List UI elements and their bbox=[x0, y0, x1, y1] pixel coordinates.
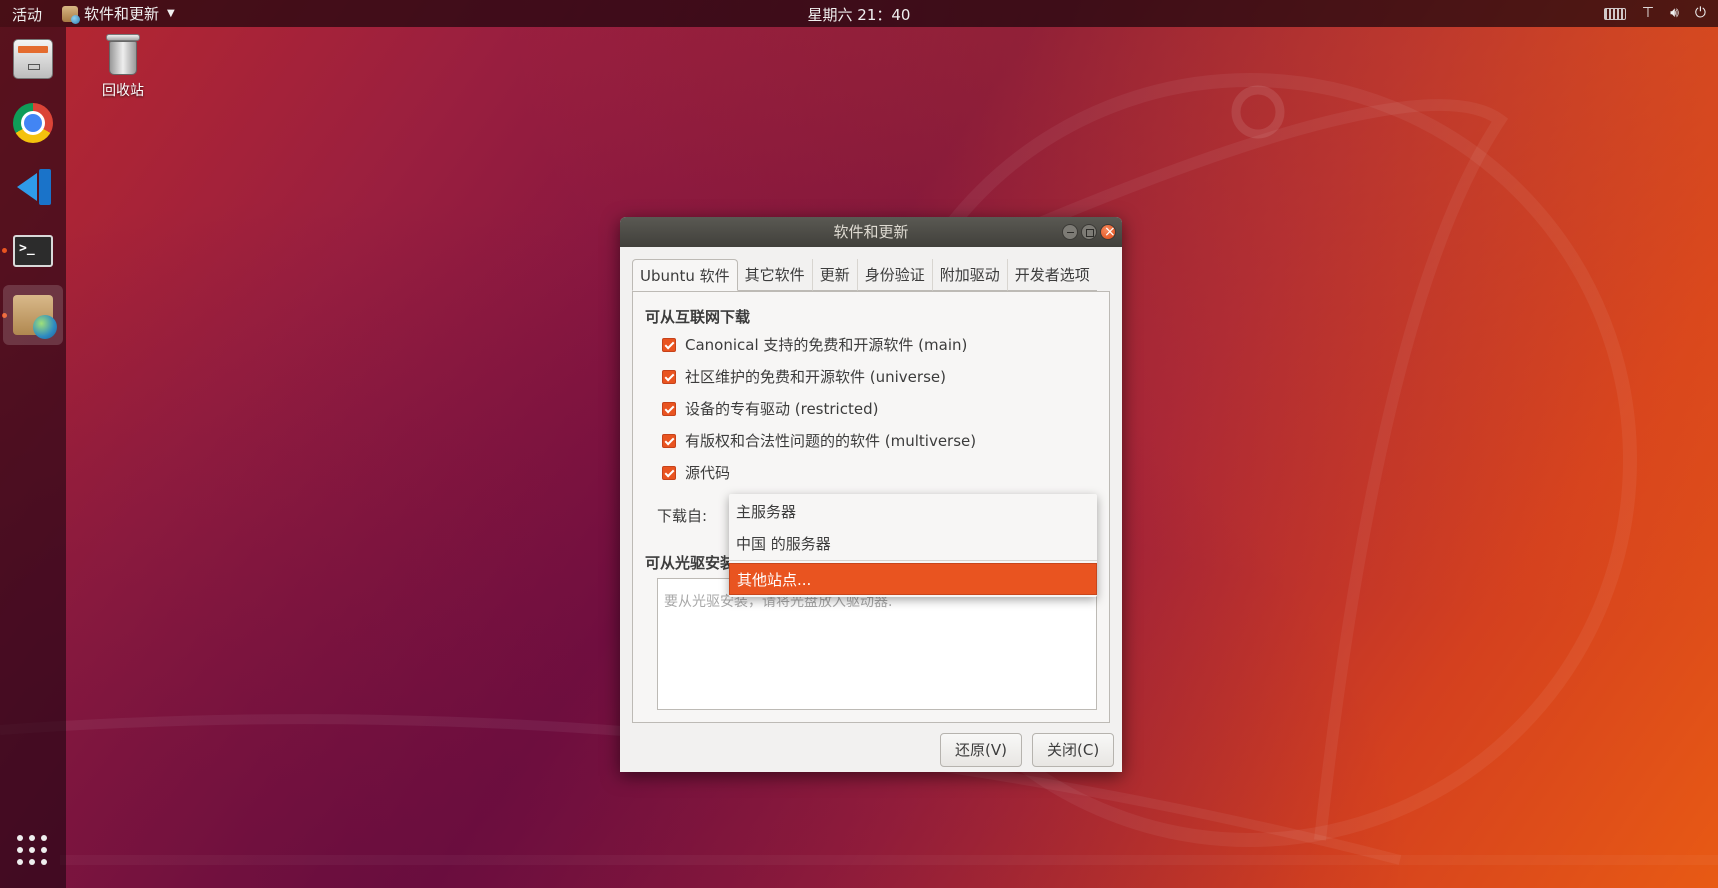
trash-label: 回收站 bbox=[102, 83, 144, 99]
system-tray[interactable]: ⊤ 🔊︎ ⏻ bbox=[1603, 3, 1706, 23]
checkbox-label: 源代码 bbox=[685, 464, 731, 482]
checkbox-multiverse[interactable]: 有版权和合法性问题的的软件 (multiverse) bbox=[662, 430, 976, 451]
checkbox-restricted[interactable]: 设备的专有驱动 (restricted) bbox=[662, 398, 878, 419]
option-china-server[interactable]: 中国 的服务器 bbox=[729, 528, 1097, 560]
keyboard-icon[interactable] bbox=[1603, 8, 1626, 20]
checkbox-source-code[interactable]: 源代码 bbox=[662, 462, 730, 483]
network-icon[interactable]: ⊤ bbox=[1642, 3, 1654, 23]
close-icon[interactable] bbox=[1100, 217, 1116, 247]
terminal-icon bbox=[13, 235, 53, 267]
close-button[interactable]: 关闭(C) bbox=[1032, 733, 1115, 767]
checkbox-checked-icon[interactable] bbox=[662, 401, 676, 416]
tab-bar: Ubuntu 软件 其它软件 更新 身份验证 附加驱动 开发者选项 bbox=[632, 259, 1097, 291]
desktop-trash[interactable]: 回收站 bbox=[102, 32, 144, 100]
dock-vscode[interactable] bbox=[3, 157, 63, 217]
clock[interactable]: 星期六 21：40 bbox=[0, 4, 1718, 25]
separator bbox=[729, 560, 1097, 561]
software-updates-icon bbox=[13, 295, 57, 339]
option-main-server[interactable]: 主服务器 bbox=[729, 496, 1097, 528]
dialog-titlebar[interactable]: 软件和更新 bbox=[620, 217, 1122, 247]
section-cdrom-title: 可从光驱安装 bbox=[645, 554, 736, 572]
app-menu[interactable]: 软件和更新 ▼ bbox=[62, 3, 175, 24]
app-menu-label: 软件和更新 bbox=[84, 5, 160, 23]
files-icon bbox=[13, 39, 53, 79]
power-icon[interactable]: ⏻ bbox=[1695, 3, 1706, 23]
software-updates-icon bbox=[62, 5, 80, 24]
top-bar: 活动 软件和更新 ▼ 星期六 21：40 ⊤ 🔊︎ ⏻ bbox=[0, 0, 1718, 27]
checkbox-label: 社区维护的免费和开源软件 (universe) bbox=[685, 368, 946, 386]
checkbox-checked-icon[interactable] bbox=[662, 337, 676, 352]
revert-button[interactable]: 还原(V) bbox=[940, 733, 1022, 767]
tab-other-software[interactable]: 其它软件 bbox=[737, 259, 813, 291]
dock-files[interactable] bbox=[3, 29, 63, 89]
minimize-icon[interactable] bbox=[1062, 224, 1078, 240]
tab-developer-options[interactable]: 开发者选项 bbox=[1007, 259, 1097, 291]
tab-authentication[interactable]: 身份验证 bbox=[857, 259, 933, 291]
checkbox-label: 设备的专有驱动 (restricted) bbox=[685, 400, 879, 418]
checkbox-universe[interactable]: 社区维护的免费和开源软件 (universe) bbox=[662, 366, 946, 387]
checkbox-checked-icon[interactable] bbox=[662, 433, 676, 448]
trash-icon bbox=[106, 32, 140, 76]
cdrom-list[interactable]: 要从光驱安装，请将光盘放入驱动器. bbox=[657, 578, 1097, 710]
tab-ubuntu-software[interactable]: Ubuntu 软件 bbox=[632, 259, 738, 291]
checkbox-checked-icon[interactable] bbox=[662, 369, 676, 384]
section-internet-title: 可从互联网下载 bbox=[645, 308, 751, 326]
vscode-icon bbox=[13, 167, 53, 207]
tab-updates[interactable]: 更新 bbox=[812, 259, 858, 291]
checkbox-main[interactable]: Canonical 支持的免费和开源软件 (main) bbox=[662, 334, 967, 355]
option-other-sites[interactable]: 其他站点... bbox=[729, 563, 1097, 595]
caret-down-icon: ▼ bbox=[167, 8, 175, 19]
show-applications-icon[interactable] bbox=[17, 835, 49, 867]
dock bbox=[0, 27, 66, 888]
dock-terminal[interactable] bbox=[3, 221, 63, 281]
dock-software-updates[interactable] bbox=[3, 285, 63, 345]
volume-icon[interactable]: 🔊︎ bbox=[1670, 3, 1679, 23]
dialog-title: 软件和更新 bbox=[833, 223, 909, 241]
checkbox-checked-icon[interactable] bbox=[662, 465, 676, 480]
tab-additional-drivers[interactable]: 附加驱动 bbox=[932, 259, 1008, 291]
chrome-icon bbox=[13, 103, 53, 143]
dock-chrome[interactable] bbox=[3, 93, 63, 153]
download-server-dropdown: 主服务器 中国 的服务器 其他站点... bbox=[729, 494, 1097, 597]
maximize-icon[interactable] bbox=[1081, 224, 1097, 240]
checkbox-label: 有版权和合法性问题的的软件 (multiverse) bbox=[685, 432, 977, 450]
download-from-label: 下载自: bbox=[657, 507, 708, 525]
activities-button[interactable]: 活动 bbox=[12, 4, 42, 25]
checkbox-label: Canonical 支持的免费和开源软件 (main) bbox=[685, 336, 968, 354]
